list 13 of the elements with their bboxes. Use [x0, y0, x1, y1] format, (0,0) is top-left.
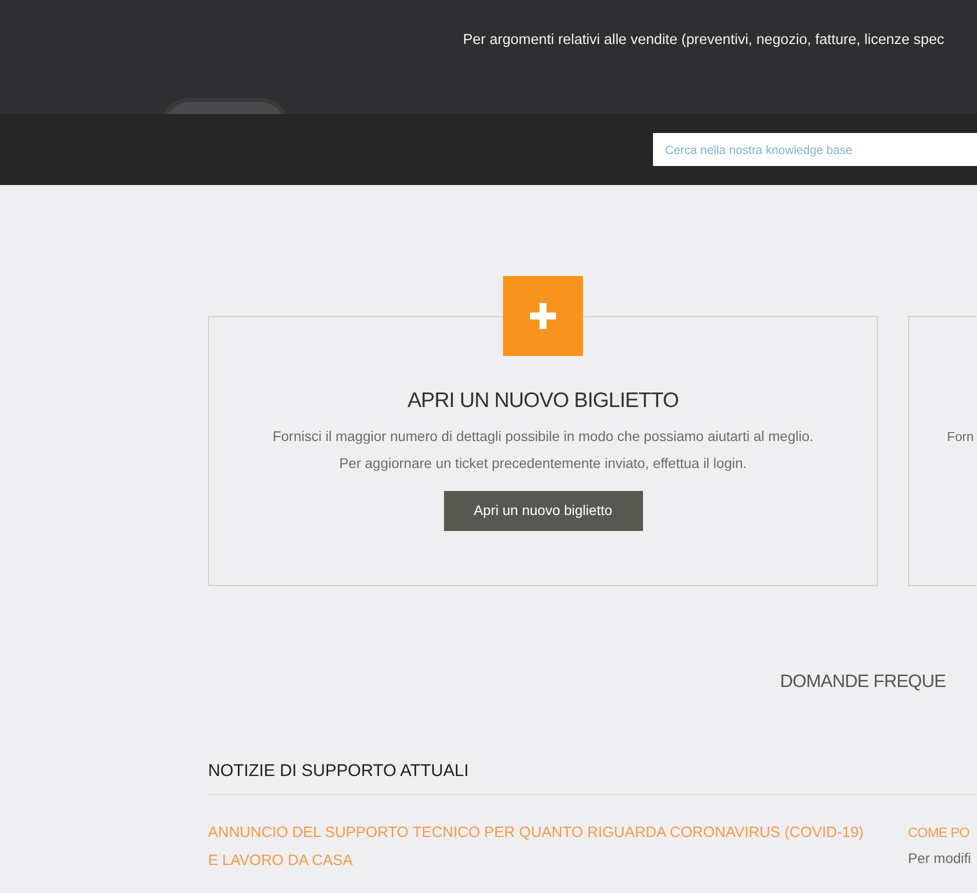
- news-link[interactable]: ANNUNCIO DEL SUPPORTO TECNICO PER QUANTO RIGUARDA CORONAVIRUS (COVID-19) E LAVORO DA CASA: [208, 819, 868, 875]
- card-description: Per aggiornare un ticket precedentemente inviato, effettua il login.: [339, 454, 747, 472]
- search-field[interactable]: Cerca nella nostra knowledge base: [653, 133, 977, 166]
- news-summary: Per modifi: [908, 849, 972, 868]
- hero-text: Per argomenti relativi alle vendite (preventivi, negozio, fatture, licenze spec: [463, 31, 944, 50]
- plus-icon: [503, 276, 583, 356]
- card-description: Forn: [947, 428, 975, 446]
- card-title: APRI UN NUOVO BIGLIETTO: [407, 388, 679, 414]
- section-heading: NOTIZIE DI SUPPORTO ATTUALI: [208, 760, 470, 782]
- card-description: Fornisci il maggior numero di dettagli possibile in modo che possiamo aiutarti al meglio.: [272, 426, 814, 446]
- section-heading: DOMANDE FREQUE: [780, 670, 947, 693]
- news-link[interactable]: COME PO: [908, 819, 977, 847]
- new-ticket-button[interactable]: Apri un nuovo biglietto: [444, 490, 642, 530]
